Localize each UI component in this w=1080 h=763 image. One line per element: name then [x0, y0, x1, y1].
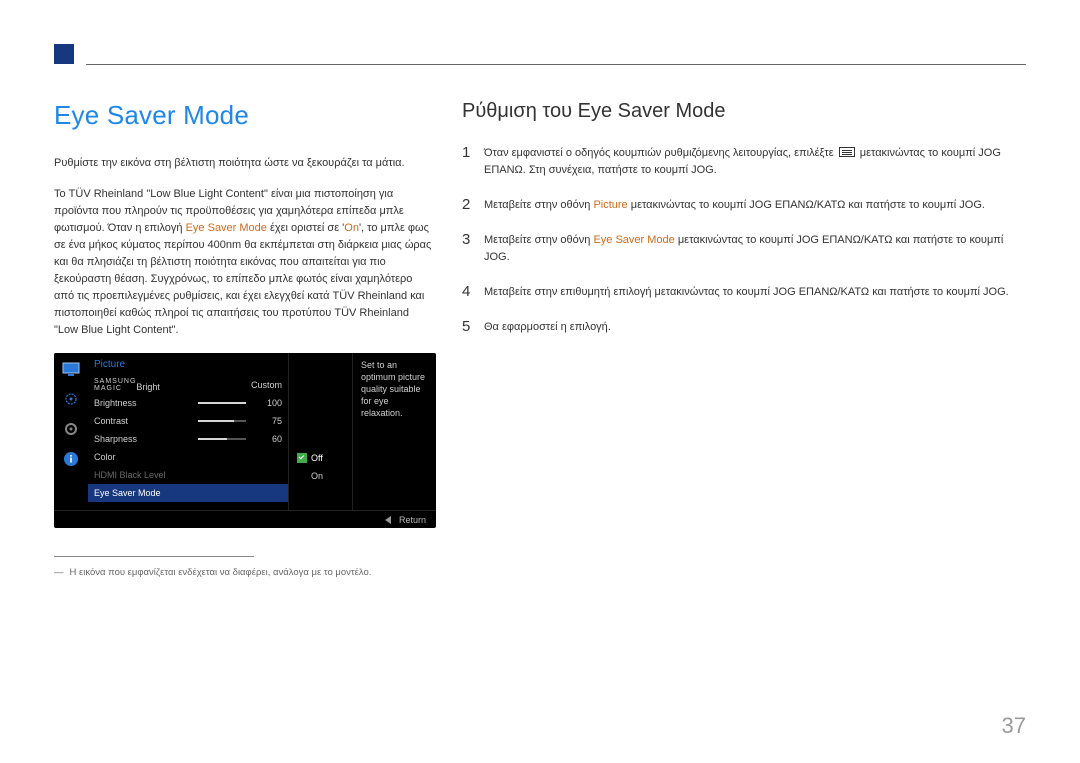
osd-label-brightness: Brightness — [94, 398, 190, 408]
step-4: 4Μεταβείτε στην επιθυμητή επιλογή μετακι… — [462, 284, 1026, 301]
description-paragraph: Το TÜV Rheinland "Low Blue Light Content… — [54, 186, 434, 339]
step-2: 2Μεταβείτε στην οθόνη Picture μετακινώντ… — [462, 197, 1026, 214]
step-2a: Μεταβείτε στην οθόνη — [484, 199, 593, 211]
monitor-icon — [62, 361, 80, 377]
osd-option-on-label: On — [311, 471, 323, 481]
osd-row-brightness: Brightness 100 — [88, 394, 288, 412]
osd-footer-return: Return — [399, 515, 426, 525]
osd-row-sharpness: Sharpness 60 — [88, 430, 288, 448]
osd-title: Picture — [88, 359, 288, 376]
osd-row-eye-saver: Eye Saver Mode — [88, 484, 288, 502]
menu-icon — [839, 147, 855, 157]
target-icon — [62, 391, 80, 407]
osd-footer: Return — [54, 510, 436, 528]
osd-options-column: Off On — [288, 353, 352, 510]
step-5-text: Θα εφαρμοστεί η επιλογή. — [484, 319, 1026, 336]
desc-c: ', το μπλε φως σε ένα μήκος κύματος περί… — [54, 222, 431, 336]
osd-value-contrast: 75 — [254, 416, 282, 426]
step-3a: Μεταβείτε στην οθόνη — [484, 234, 593, 246]
check-icon — [297, 453, 307, 463]
osd-screenshot: Picture SAMSUNGMAGIC Bright Custom Bright… — [54, 353, 436, 528]
left-column: Eye Saver Mode Ρυθμίστε την εικόνα στη β… — [54, 100, 434, 578]
osd-label-sharpness: Sharpness — [94, 434, 190, 444]
page-number: 37 — [1002, 713, 1026, 739]
steps-list: 1Όταν εμφανιστεί ο οδηγός κουμπιών ρυθμι… — [462, 145, 1026, 336]
step-1: 1Όταν εμφανιστεί ο οδηγός κουμπιών ρυθμι… — [462, 145, 1026, 179]
section-heading: Eye Saver Mode — [54, 100, 434, 131]
triangle-left-icon — [385, 516, 391, 524]
step-2b: μετακινώντας το κουμπί JOG ΕΠΑΝΩ/ΚΑΤΩ κα… — [628, 199, 985, 211]
osd-option-off: Off — [289, 449, 352, 467]
right-column: Ρύθμιση του Eye Saver Mode 1Όταν εμφανισ… — [462, 100, 1026, 578]
osd-sidebar-icons — [54, 353, 88, 510]
osd-value-sharpness: 60 — [254, 434, 282, 444]
osd-label-color: Color — [94, 452, 190, 462]
osd-option-off-label: Off — [311, 453, 323, 463]
osd-row-hdmi: HDMI Black Level — [88, 466, 288, 484]
osd-value-custom: Custom — [242, 380, 282, 390]
subsection-heading: Ρύθμιση του Eye Saver Mode — [462, 100, 1026, 123]
step-3-accent: Eye Saver Mode — [593, 234, 674, 246]
desc-b: έχει οριστεί σε ' — [267, 222, 344, 234]
brand-bottom: MAGIC — [94, 385, 122, 392]
osd-value-brightness: 100 — [254, 398, 282, 408]
accent-eye-saver: Eye Saver Mode — [186, 222, 267, 234]
osd-label-contrast: Contrast — [94, 416, 190, 426]
header-divider — [86, 64, 1026, 65]
step-2-accent: Picture — [593, 199, 627, 211]
chapter-marker — [54, 44, 74, 64]
step-4-text: Μεταβείτε στην επιθυμητή επιλογή μετακιν… — [484, 284, 1026, 301]
osd-help-text: Set to an optimum picture quality suitab… — [352, 353, 436, 510]
footnote: ―Η εικόνα που εμφανίζεται ενδέχεται να δ… — [54, 567, 434, 578]
step-5: 5Θα εφαρμοστεί η επιλογή. — [462, 319, 1026, 336]
step-3: 3Μεταβείτε στην οθόνη Eye Saver Mode μετ… — [462, 232, 1026, 266]
osd-label-eye-saver: Eye Saver Mode — [94, 488, 161, 498]
osd-row-color: Color — [88, 448, 288, 466]
info-icon — [62, 451, 80, 467]
intro-paragraph: Ρυθμίστε την εικόνα στη βέλτιστη ποιότητ… — [54, 155, 434, 172]
osd-option-on: On — [289, 467, 352, 485]
brand-top: SAMSUNG — [94, 378, 136, 385]
osd-row-contrast: Contrast 75 — [88, 412, 288, 430]
footnote-divider — [54, 556, 254, 557]
osd-row-bright: SAMSUNGMAGIC Bright Custom — [88, 376, 288, 394]
step-1a: Όταν εμφανιστεί ο οδηγός κουμπιών ρυθμιζ… — [484, 147, 837, 159]
footnote-text: Η εικόνα που εμφανίζεται ενδέχεται να δι… — [70, 567, 372, 578]
osd-label-hdmi: HDMI Black Level — [94, 470, 166, 480]
gear-icon — [62, 421, 80, 437]
accent-on: On — [344, 222, 359, 234]
osd-label-bright: Bright — [136, 382, 160, 392]
